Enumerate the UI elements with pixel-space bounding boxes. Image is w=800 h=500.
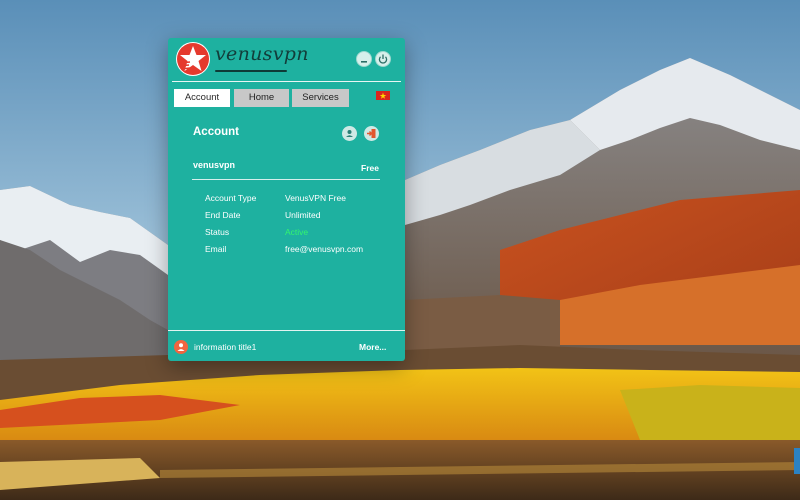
end-date-value: Unlimited bbox=[285, 210, 321, 220]
minimize-button[interactable] bbox=[356, 51, 372, 67]
email-value: free@venusvpn.com bbox=[285, 244, 364, 254]
email-label: Email bbox=[205, 244, 227, 254]
logout-button[interactable] bbox=[364, 126, 379, 141]
end-date-label: End Date bbox=[205, 210, 241, 220]
account-divider bbox=[192, 179, 380, 180]
user-profile-button[interactable] bbox=[342, 126, 357, 141]
account-plan-badge: Free bbox=[361, 163, 379, 173]
section-title: Account bbox=[193, 126, 239, 138]
logo-underline bbox=[215, 70, 287, 72]
minimize-icon bbox=[361, 61, 367, 63]
dock-edge-widget[interactable] bbox=[794, 448, 800, 474]
user-icon bbox=[346, 130, 353, 137]
footer-info-title[interactable]: information title1 bbox=[194, 342, 256, 352]
account-type-value: VenusVPN Free bbox=[285, 193, 346, 203]
status-value: Active bbox=[285, 227, 309, 237]
tab-account[interactable]: Account bbox=[174, 89, 230, 107]
end-date-row: End Date Unlimited bbox=[168, 210, 405, 224]
tab-home[interactable]: Home bbox=[234, 89, 289, 107]
title-divider bbox=[172, 81, 401, 82]
status-row: Status Active bbox=[168, 227, 405, 241]
power-button[interactable] bbox=[375, 51, 391, 67]
status-label: Status bbox=[205, 227, 230, 237]
footer-divider bbox=[168, 330, 405, 331]
logout-icon bbox=[367, 129, 376, 138]
venusvpn-star-logo-icon bbox=[176, 42, 210, 76]
more-link[interactable]: More... bbox=[359, 342, 386, 352]
venusvpn-window: venusvpn Account Home Services Account v… bbox=[168, 38, 405, 361]
app-logo-text: venusvpn bbox=[215, 43, 309, 65]
tab-services[interactable]: Services bbox=[292, 89, 349, 107]
information-person-icon bbox=[174, 340, 188, 354]
email-row: Email free@venusvpn.com bbox=[168, 244, 405, 258]
account-type-label: Account Type bbox=[205, 193, 257, 203]
vietnam-flag-icon[interactable] bbox=[376, 91, 390, 100]
account-type-row: Account Type VenusVPN Free bbox=[168, 193, 405, 207]
title-bar[interactable]: venusvpn bbox=[168, 38, 405, 82]
account-username: venusvpn bbox=[193, 160, 236, 170]
power-icon bbox=[378, 54, 388, 64]
